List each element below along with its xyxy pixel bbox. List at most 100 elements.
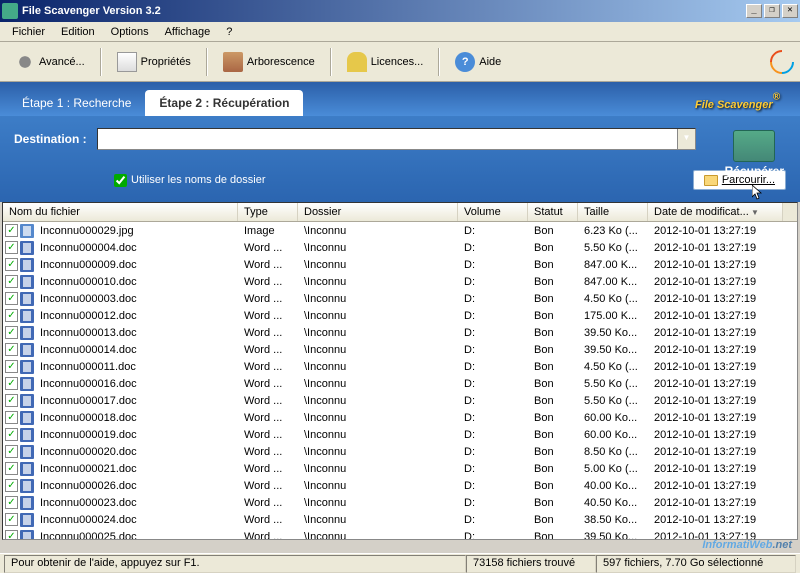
file-name: Inconnu000017.doc <box>36 394 236 408</box>
row-checkbox[interactable]: ✓ <box>5 411 18 424</box>
advanced-button[interactable]: Avancé... <box>6 47 94 77</box>
properties-button[interactable]: Propriétés <box>108 47 200 77</box>
table-row[interactable]: ✓Inconnu000011.docWord ...\InconnuD:Bon4… <box>3 358 797 375</box>
file-status: Bon <box>528 513 578 527</box>
menu-options[interactable]: Options <box>103 24 157 40</box>
licenses-button[interactable]: Licences... <box>338 47 433 77</box>
tree-label: Arborescence <box>247 56 315 68</box>
file-icon <box>20 496 34 510</box>
menu-fichier[interactable]: Fichier <box>4 24 53 40</box>
destination-dropdown-button[interactable]: ▼ <box>677 129 695 149</box>
tab-area: Étape 1 : Recherche Étape 2 : Récupérati… <box>0 82 800 116</box>
row-checkbox[interactable]: ✓ <box>5 513 18 526</box>
row-checkbox[interactable]: ✓ <box>5 360 18 373</box>
recover-button[interactable]: Récupérer <box>725 130 784 178</box>
col-date[interactable]: Date de modificat... <box>648 203 783 221</box>
menu-edition[interactable]: Edition <box>53 24 103 40</box>
row-checkbox[interactable]: ✓ <box>5 343 18 356</box>
file-date: 2012-10-01 13:27:19 <box>648 275 783 289</box>
file-size: 39.50 Ko... <box>578 530 648 541</box>
cursor-icon <box>752 185 764 201</box>
row-checkbox[interactable]: ✓ <box>5 377 18 390</box>
table-row[interactable]: ✓Inconnu000023.docWord ...\InconnuD:Bon4… <box>3 494 797 511</box>
tree-button[interactable]: Arborescence <box>214 47 324 77</box>
row-checkbox[interactable]: ✓ <box>5 309 18 322</box>
file-icon <box>20 411 34 425</box>
tab-recovery[interactable]: Étape 2 : Récupération <box>145 90 303 116</box>
col-status[interactable]: Statut <box>528 203 578 221</box>
file-status: Bon <box>528 326 578 340</box>
table-row[interactable]: ✓Inconnu000016.docWord ...\InconnuD:Bon5… <box>3 375 797 392</box>
minimize-button[interactable]: _ <box>746 4 762 18</box>
row-checkbox[interactable]: ✓ <box>5 241 18 254</box>
destination-combo[interactable]: ▼ <box>97 128 696 150</box>
row-checkbox[interactable]: ✓ <box>5 394 18 407</box>
row-checkbox[interactable]: ✓ <box>5 224 18 237</box>
file-volume: D: <box>458 360 528 374</box>
row-checkbox[interactable]: ✓ <box>5 258 18 271</box>
maximize-button[interactable]: ❐ <box>764 4 780 18</box>
file-size: 5.50 Ko (... <box>578 394 648 408</box>
file-icon <box>20 292 34 306</box>
file-type: Word ... <box>238 343 298 357</box>
table-row[interactable]: ✓Inconnu000026.docWord ...\InconnuD:Bon4… <box>3 477 797 494</box>
file-size: 40.00 Ko... <box>578 479 648 493</box>
file-name: Inconnu000024.doc <box>36 513 236 527</box>
col-size[interactable]: Taille <box>578 203 648 221</box>
row-checkbox[interactable]: ✓ <box>5 445 18 458</box>
file-icon <box>20 258 34 272</box>
col-filename[interactable]: Nom du fichier <box>3 203 238 221</box>
menu-help[interactable]: ? <box>218 24 240 40</box>
close-button[interactable]: ✕ <box>782 4 798 18</box>
file-type: Word ... <box>238 530 298 541</box>
table-row[interactable]: ✓Inconnu000012.docWord ...\InconnuD:Bon1… <box>3 307 797 324</box>
table-row[interactable]: ✓Inconnu000024.docWord ...\InconnuD:Bon3… <box>3 511 797 528</box>
file-icon <box>20 241 34 255</box>
table-row[interactable]: ✓Inconnu000010.docWord ...\InconnuD:Bon8… <box>3 273 797 290</box>
file-volume: D: <box>458 462 528 476</box>
col-folder[interactable]: Dossier <box>298 203 458 221</box>
file-volume: D: <box>458 445 528 459</box>
file-size: 60.00 Ko... <box>578 428 648 442</box>
file-date: 2012-10-01 13:27:19 <box>648 292 783 306</box>
file-size: 60.00 Ko... <box>578 411 648 425</box>
row-checkbox[interactable]: ✓ <box>5 530 18 540</box>
table-row[interactable]: ✓Inconnu000003.docWord ...\InconnuD:Bon4… <box>3 290 797 307</box>
tab-search[interactable]: Étape 1 : Recherche <box>8 90 145 116</box>
row-checkbox[interactable]: ✓ <box>5 428 18 441</box>
table-row[interactable]: ✓Inconnu000018.docWord ...\InconnuD:Bon6… <box>3 409 797 426</box>
row-checkbox[interactable]: ✓ <box>5 275 18 288</box>
use-folder-names-checkbox[interactable]: Utiliser les noms de dossier <box>114 174 266 187</box>
use-folder-names-input[interactable] <box>114 174 127 187</box>
table-row[interactable]: ✓Inconnu000029.jpgImage\InconnuD:Bon6.23… <box>3 222 797 239</box>
col-type[interactable]: Type <box>238 203 298 221</box>
table-row[interactable]: ✓Inconnu000025.docWord ...\InconnuD:Bon3… <box>3 528 797 540</box>
row-checkbox[interactable]: ✓ <box>5 292 18 305</box>
file-folder: \Inconnu <box>298 343 458 357</box>
table-row[interactable]: ✓Inconnu000019.docWord ...\InconnuD:Bon6… <box>3 426 797 443</box>
file-type: Word ... <box>238 445 298 459</box>
table-row[interactable]: ✓Inconnu000020.docWord ...\InconnuD:Bon8… <box>3 443 797 460</box>
row-checkbox[interactable]: ✓ <box>5 496 18 509</box>
file-table[interactable]: Nom du fichier Type Dossier Volume Statu… <box>2 202 798 540</box>
destination-input[interactable] <box>98 129 677 149</box>
file-date: 2012-10-01 13:27:19 <box>648 309 783 323</box>
table-row[interactable]: ✓Inconnu000009.docWord ...\InconnuD:Bon8… <box>3 256 797 273</box>
table-row[interactable]: ✓Inconnu000013.docWord ...\InconnuD:Bon3… <box>3 324 797 341</box>
help-button[interactable]: ? Aide <box>446 47 510 77</box>
file-icon <box>20 224 34 238</box>
table-row[interactable]: ✓Inconnu000004.docWord ...\InconnuD:Bon5… <box>3 239 797 256</box>
row-checkbox[interactable]: ✓ <box>5 479 18 492</box>
file-status: Bon <box>528 377 578 391</box>
table-row[interactable]: ✓Inconnu000021.docWord ...\InconnuD:Bon5… <box>3 460 797 477</box>
table-row[interactable]: ✓Inconnu000014.docWord ...\InconnuD:Bon3… <box>3 341 797 358</box>
statusbar: Pour obtenir de l'aide, appuyez sur F1. … <box>0 553 800 573</box>
row-checkbox[interactable]: ✓ <box>5 462 18 475</box>
menu-affichage[interactable]: Affichage <box>157 24 219 40</box>
col-volume[interactable]: Volume <box>458 203 528 221</box>
row-checkbox[interactable]: ✓ <box>5 326 18 339</box>
table-row[interactable]: ✓Inconnu000017.docWord ...\InconnuD:Bon5… <box>3 392 797 409</box>
file-type: Word ... <box>238 275 298 289</box>
file-icon <box>20 513 34 527</box>
file-size: 39.50 Ko... <box>578 343 648 357</box>
